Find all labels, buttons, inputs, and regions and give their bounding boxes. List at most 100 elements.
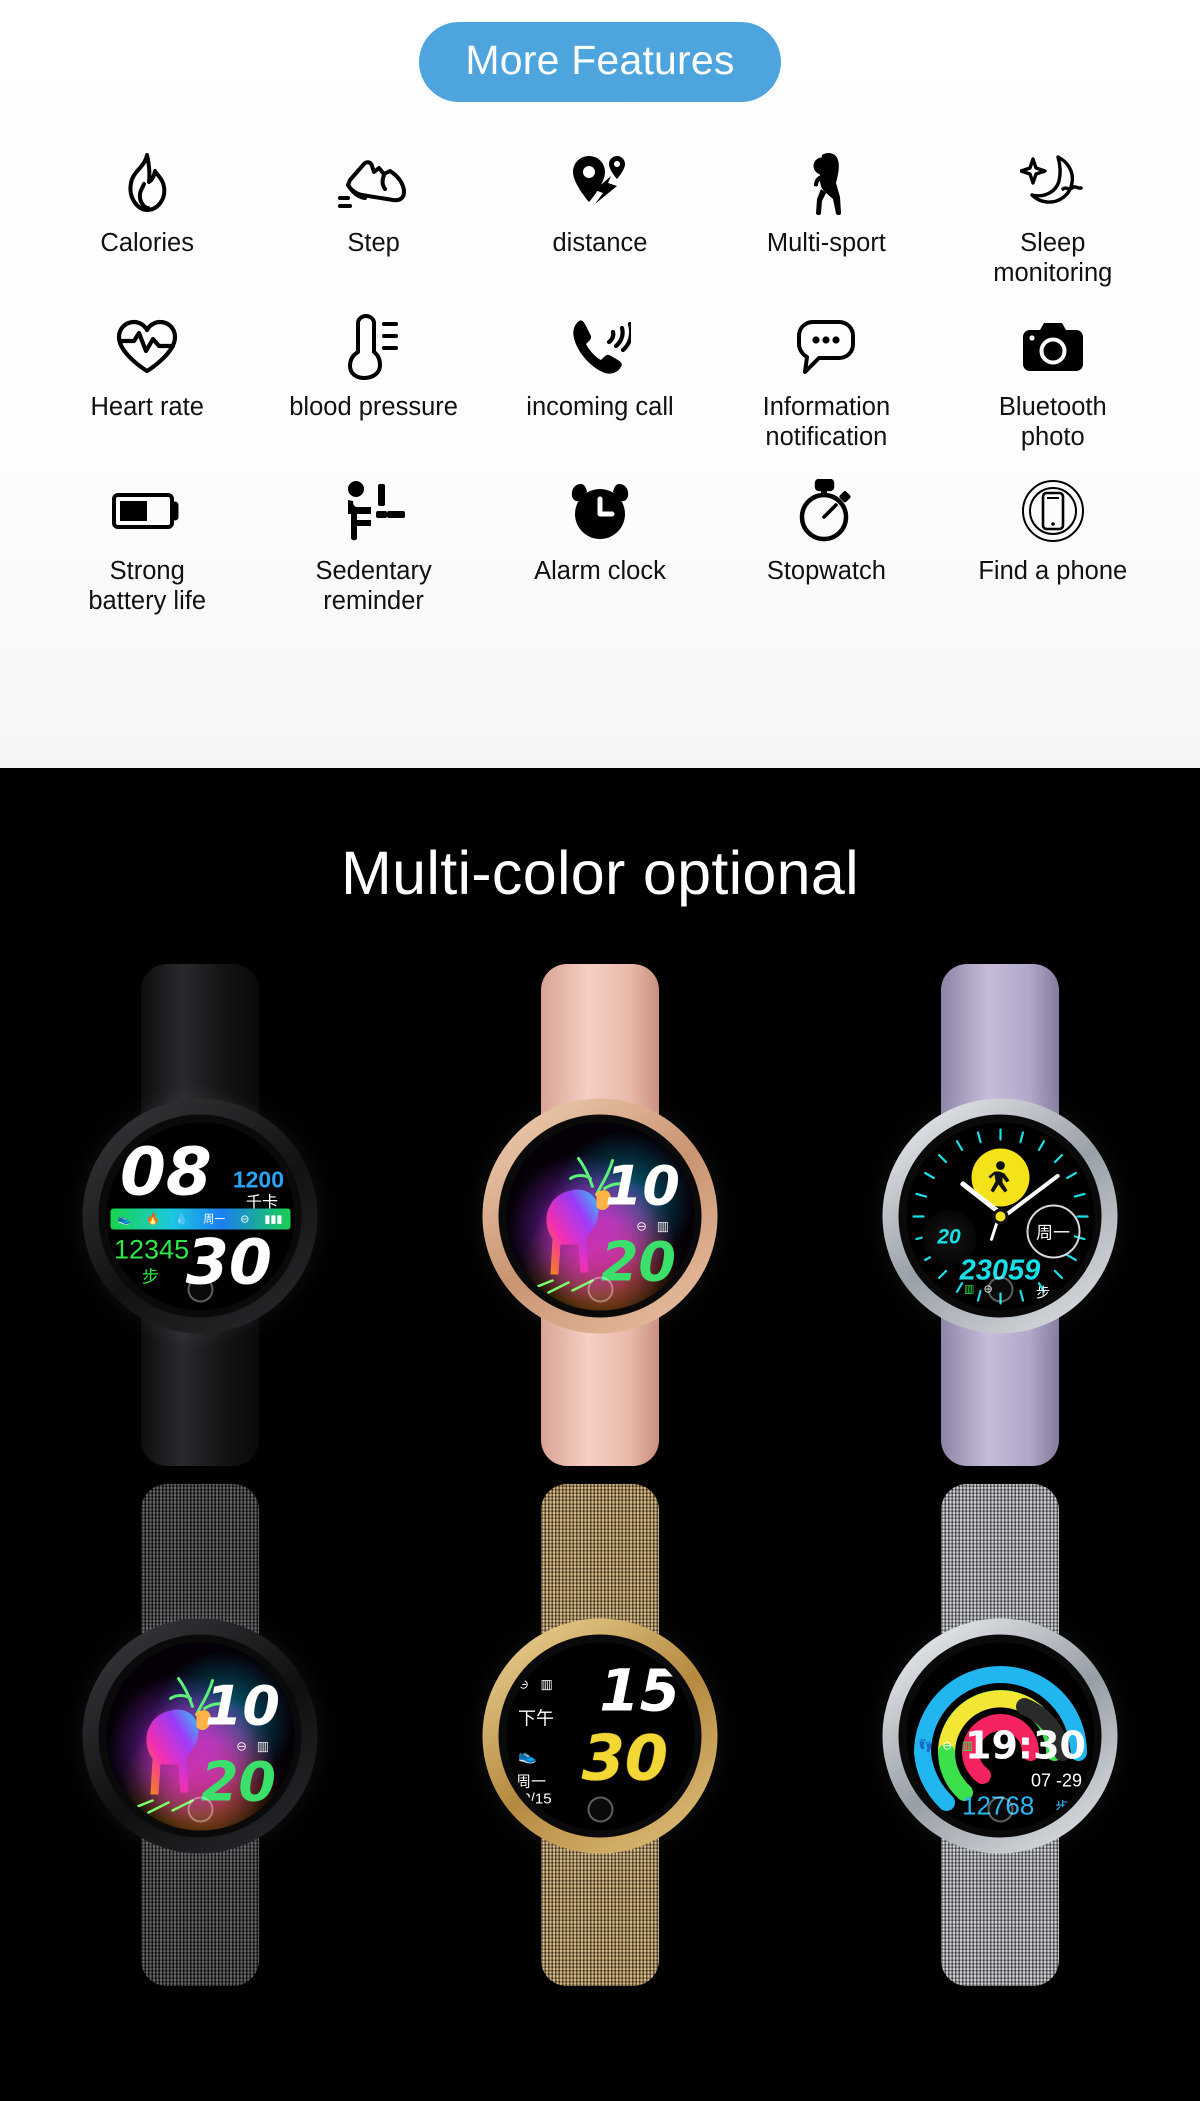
link-icon: ⊖: [240, 1213, 250, 1225]
watch-item-black-mesh[interactable]: 10 ⊖ ▥ 20: [35, 1476, 365, 1996]
feature-label: Step: [347, 229, 400, 257]
badge-container: More Features: [0, 22, 1200, 102]
watch-bezel: 👣 ⊖ ▥ 19:30 07 -29 12768 步: [898, 1634, 1102, 1838]
feature-label: incoming call: [526, 393, 674, 421]
watch-item-gold-mesh[interactable]: ⊖ ▥ 15 下午 30 👟 周一 12/15: [435, 1476, 765, 1996]
watch-screen[interactable]: ⊖ ▥ 15 下午 30 👟 周一 12/15: [506, 1642, 694, 1830]
watch-hour: 10: [204, 1674, 280, 1737]
feature-label: Bluetooth photo: [998, 393, 1107, 451]
feature-item-blood-pressure: blood pressure: [260, 310, 486, 470]
watch-minute: 30: [581, 1721, 668, 1794]
watch-case: 20 周一 23059 步 ▥ ⊖: [882, 1098, 1118, 1334]
find-phone-icon: [1010, 474, 1096, 548]
watch-date: 12/15: [514, 1790, 552, 1807]
thermometer-icon: [331, 310, 417, 384]
watch-screen[interactable]: 20 周一 23059 步 ▥ ⊖: [906, 1122, 1094, 1310]
multi-color-section: Multi-color optional 08 1200 千卡 👟 🔥 💧 周一…: [0, 768, 1200, 2101]
feature-label: Strong battery life: [88, 557, 207, 615]
feature-item-multi-sport: Multi-sport: [713, 146, 939, 306]
feature-item-strong-battery-life: Strong battery life: [34, 474, 260, 634]
watch-weekday-subdial: 周一: [1026, 1204, 1080, 1258]
watch-home-button[interactable]: [987, 1796, 1013, 1822]
flame-icon: [104, 146, 190, 220]
watch-screen[interactable]: 08 1200 千卡 👟 🔥 💧 周一 ⊖ ▮▮▮ 12345 步 30: [106, 1122, 294, 1310]
alarm-clock-icon: [557, 474, 643, 548]
sedentary-person-icon: [331, 474, 417, 548]
watch-hour: 10: [604, 1154, 680, 1217]
feature-item-sedentary-reminder: Sedentary reminder: [260, 474, 486, 634]
feature-item-heart-rate: Heart rate: [34, 310, 260, 470]
stopwatch-icon: [783, 474, 869, 548]
watch-home-button[interactable]: [587, 1276, 613, 1302]
watch-bezel: 08 1200 千卡 👟 🔥 💧 周一 ⊖ ▮▮▮ 12345 步 30: [98, 1114, 302, 1318]
watch-home-button[interactable]: [587, 1796, 613, 1822]
watch-weekday: 周一: [203, 1212, 226, 1226]
more-features-badge: More Features: [419, 22, 781, 102]
watch-date: 07 -29: [1030, 1770, 1082, 1790]
feature-item-incoming-call: incoming call: [487, 310, 713, 470]
watch-screen[interactable]: 👣 ⊖ ▥ 19:30 07 -29 12768 步: [906, 1642, 1094, 1830]
watch-home-button[interactable]: [187, 1796, 213, 1822]
watch-bezel: 20 周一 23059 步 ▥ ⊖: [898, 1114, 1102, 1318]
feature-label: Stopwatch: [766, 557, 886, 585]
watch-item-rose-gold-pink[interactable]: 10 ⊖ ▥ 20: [435, 956, 765, 1476]
watch-case: 10 ⊖ ▥ 20: [482, 1098, 718, 1334]
feature-item-calories: Calories: [34, 146, 260, 306]
watch-item-silver-purple[interactable]: 20 周一 23059 步 ▥ ⊖: [835, 956, 1165, 1476]
link-icon: ⊖: [518, 1676, 533, 1691]
watch-steps-unit: 步: [1036, 1285, 1050, 1301]
multi-color-title: Multi-color optional: [341, 839, 859, 907]
watch-screen[interactable]: 10 ⊖ ▥ 20: [106, 1642, 294, 1830]
watch-item-black-silicone[interactable]: 08 1200 千卡 👟 🔥 💧 周一 ⊖ ▮▮▮ 12345 步 30: [35, 956, 365, 1476]
sneaker-icon: [331, 146, 417, 220]
watch-steps-value: 12345: [114, 1234, 190, 1264]
watch-date: 20: [937, 1225, 961, 1248]
footprints-icon: 👣: [918, 1738, 936, 1752]
battery-icon: ▮▮▮: [264, 1213, 283, 1225]
watch-case: 👣 ⊖ ▥ 19:30 07 -29 12768 步: [882, 1618, 1118, 1854]
feature-label: blood pressure: [289, 393, 458, 421]
more-features-section: More Features Calories Step distance Mul…: [0, 0, 1200, 768]
map-pin-icon: [557, 146, 643, 220]
watch-weekday: 周一: [516, 1772, 547, 1790]
battery-icon: ▥: [540, 1676, 557, 1691]
feature-label: Information notification: [762, 393, 891, 451]
shoe-icon: 👟: [518, 1747, 537, 1764]
feature-label: Calories: [100, 229, 194, 257]
feature-item-stopwatch: Stopwatch: [713, 474, 939, 634]
watch-minute: 20: [600, 1230, 676, 1293]
watch-screen[interactable]: 10 ⊖ ▥ 20: [506, 1122, 694, 1310]
watch-minute: 20: [200, 1750, 276, 1813]
watch-steps-unit: 步: [142, 1267, 159, 1287]
watch-weekday: 周一: [1036, 1223, 1070, 1244]
feature-item-information-notification: Information notification: [713, 310, 939, 470]
feature-label: distance: [552, 229, 648, 257]
feature-label: Heart rate: [90, 393, 204, 421]
watch-case: 08 1200 千卡 👟 🔥 💧 周一 ⊖ ▮▮▮ 12345 步 30: [82, 1098, 318, 1334]
watch-case: 10 ⊖ ▥ 20: [82, 1618, 318, 1854]
battery-icon: [104, 474, 190, 548]
watch-face-icons: ⊖ ▥: [518, 1676, 557, 1692]
moon-star-icon: [1010, 146, 1096, 220]
battery-icon: ▥: [964, 1283, 978, 1295]
camera-icon: [1010, 310, 1096, 384]
watch-time: 19:30: [965, 1723, 1086, 1767]
watch-home-button[interactable]: [187, 1276, 213, 1302]
watch-home-button[interactable]: [987, 1276, 1013, 1302]
link-icon: ⊖: [942, 1738, 956, 1752]
watch-hour: 08: [120, 1133, 212, 1210]
drop-icon: 💧: [174, 1213, 189, 1225]
feature-label: Sleep monitoring: [993, 229, 1113, 287]
feature-item-sleep-monitoring: Sleep monitoring: [940, 146, 1166, 306]
feature-item-alarm-clock: Alarm clock: [487, 474, 713, 634]
watch-steps-unit: 步: [1054, 1798, 1070, 1816]
watch-item-silver-mesh[interactable]: 👣 ⊖ ▥ 19:30 07 -29 12768 步: [835, 1476, 1165, 1996]
shoe-icon: 👟: [117, 1213, 132, 1225]
heart-pulse-icon: [104, 310, 190, 384]
watch-hands-hub: [992, 1208, 1008, 1224]
feature-item-find-a-phone: Find a phone: [940, 474, 1166, 634]
feature-label: Multi-sport: [766, 229, 886, 257]
watch-bezel: ⊖ ▥ 15 下午 30 👟 周一 12/15: [498, 1634, 702, 1838]
feature-grid: Calories Step distance Multi-sport Sleep…: [0, 146, 1200, 634]
feature-item-distance: distance: [487, 146, 713, 306]
